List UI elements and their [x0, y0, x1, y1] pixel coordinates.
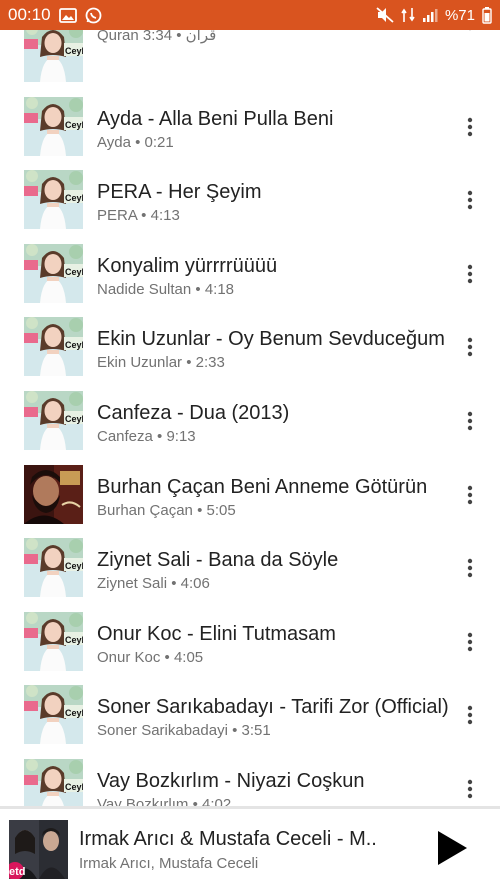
more-vert-icon	[467, 264, 473, 283]
track-title[interactable]: Canfeza - Dua (2013)	[97, 402, 457, 425]
track-row[interactable]: Ceyl Soner Sarıkabadayı - Tarifi Zor (Off…	[0, 680, 500, 754]
now-playing-art[interactable]: etd	[9, 820, 68, 879]
more-vert-icon	[467, 338, 473, 357]
track-meta: Onur Koc • 4:05	[97, 648, 204, 666]
track-menu-button[interactable]	[458, 700, 482, 730]
more-vert-icon	[467, 558, 473, 578]
status-right: %71	[376, 6, 492, 24]
track-menu-button[interactable]	[458, 627, 482, 657]
data-signal-icon	[401, 7, 415, 23]
track-art: Ceyl	[24, 611, 83, 671]
track-meta: PERA • 4:13	[97, 207, 180, 225]
track-art: Ceyl	[24, 759, 83, 807]
track-art: Ceyl	[24, 391, 83, 450]
art-caption: Ceyl	[65, 708, 83, 718]
track-title[interactable]: Ayda - Alla Beni Pulla Beni	[97, 108, 457, 131]
track-meta: Quran قرآن • 3:34	[97, 30, 217, 44]
track-row[interactable]: Ceyl Ayda - Alla Beni Pulla Beni Ayda • 0:…	[0, 92, 500, 166]
track-menu-button[interactable]	[458, 553, 482, 583]
art-caption: Ceyl	[65, 193, 83, 203]
battery-percent: %71	[444, 6, 475, 24]
track-row[interactable]: Ceyl Ziynet Sali - Bana da Söyle Ziynet Sa…	[0, 533, 500, 607]
more-vert-icon	[467, 632, 473, 651]
whatsapp-icon	[85, 7, 102, 24]
more-vert-icon	[467, 779, 473, 799]
track-row[interactable]: Ceyl Konyalim yürrrrüüüü Nadide Sultan • 4…	[0, 239, 500, 313]
status-bar: 00:10 %71	[0, 0, 500, 30]
art-caption: Ceyl	[65, 120, 83, 130]
track-row[interactable]: Burhan Çaçan Beni Anneme Götürün Burhan Ç…	[0, 460, 500, 534]
track-row[interactable]: Ceyl Onur Koc - Elini Tutmasam Onur Koc • …	[0, 607, 500, 681]
track-menu-button[interactable]	[458, 332, 482, 362]
track-meta: Nadide Sultan • 4:18	[97, 280, 235, 298]
track-menu-button[interactable]	[458, 480, 482, 510]
track-art: Ceyl	[24, 170, 83, 230]
art-caption: Ceyl	[65, 267, 83, 277]
status-left: 00:10	[8, 5, 102, 25]
now-playing-title[interactable]: Irmak Arıcı & Mustafa Ceceli - M..	[79, 828, 409, 851]
track-art: Ceyl	[24, 30, 83, 82]
track-meta: Burhan Çaçan • 5:05	[97, 501, 236, 519]
now-playing-artist: Irmak Arıcı, Mustafa Ceceli	[79, 855, 259, 872]
track-art	[24, 464, 83, 524]
track-art: Ceyl	[24, 538, 83, 598]
track-meta: Canfeza • 9:13	[97, 428, 196, 445]
track-menu-button[interactable]	[458, 112, 482, 142]
more-vert-icon	[467, 190, 473, 210]
track-menu-button[interactable]	[458, 30, 482, 36]
track-title[interactable]: PERA - Her Şeyim	[97, 181, 457, 204]
track-title[interactable]: Ekin Uzunlar - Oy Benum Sevduceğum	[97, 328, 457, 351]
track-menu-button[interactable]	[458, 259, 482, 289]
art-caption: Ceyl	[65, 782, 83, 792]
cell-signal-icon	[422, 8, 438, 23]
track-menu-button[interactable]	[458, 774, 482, 804]
more-vert-icon	[469, 30, 471, 31]
track-art: Ceyl	[24, 96, 83, 156]
art-caption: Ceyl	[65, 635, 83, 645]
track-meta: Ayda • 0:21	[97, 133, 174, 151]
track-title[interactable]: Vay Bozkırlım - Niyazi Coşkun	[97, 770, 457, 793]
play-button[interactable]	[430, 826, 474, 870]
track-list[interactable]: Ceyl Quran قرآن • 3:34 Ceyl Ayda - Alla Ben…	[0, 30, 500, 807]
track-art: Ceyl	[24, 685, 83, 745]
track-title[interactable]: Burhan Çaçan Beni Anneme Götürün	[97, 476, 457, 499]
track-menu-button[interactable]	[458, 185, 482, 215]
track-art: Ceyl	[24, 243, 83, 303]
track-row[interactable]: Ceyl Ekin Uzunlar - Oy Benum Sevduceğum Ek…	[0, 312, 500, 386]
play-icon	[438, 831, 467, 865]
art-caption: Ceyl	[65, 561, 83, 571]
more-vert-icon	[467, 411, 473, 431]
track-meta: Ekin Uzunlar • 2:33	[97, 354, 225, 372]
more-vert-icon	[467, 117, 473, 136]
track-title[interactable]: Soner Sarıkabadayı - Tarifi Zor (Officia…	[97, 696, 457, 719]
track-meta: Soner Sarikabadayi • 3:51	[97, 722, 271, 740]
track-art: Ceyl	[24, 317, 83, 377]
track-title[interactable]: Ziynet Sali - Bana da Söyle	[97, 549, 457, 572]
art-caption: Ceyl	[65, 414, 83, 424]
mute-icon	[376, 7, 394, 23]
track-row[interactable]: Ceyl PERA - Her Şeyim PERA • 4:13	[0, 165, 500, 239]
more-vert-icon	[467, 706, 473, 725]
track-row[interactable]: Ceyl Canfeza - Dua (2013) Canfeza • 9:13	[0, 386, 500, 460]
track-meta: Ziynet Sali • 4:06	[97, 575, 210, 593]
etd-logo: etd	[9, 866, 26, 878]
track-row[interactable]: Ceyl Vay Bozkırlım - Niyazi Coşkun Vay Boz…	[0, 754, 500, 807]
track-row[interactable]: Ceyl Quran قرآن • 3:34	[0, 30, 500, 92]
art-caption: Ceyl	[65, 46, 83, 56]
status-time: 00:10	[8, 5, 51, 24]
battery-icon	[482, 6, 492, 24]
track-menu-button[interactable]	[458, 406, 482, 436]
track-title[interactable]: Konyalim yürrrrüüüü	[97, 255, 457, 278]
art-caption: Ceyl	[65, 340, 83, 350]
gallery-icon	[58, 7, 77, 23]
now-playing-bar[interactable]: etd Irmak Arıcı & Mustafa Ceceli - M.. I…	[0, 809, 500, 888]
more-vert-icon	[467, 485, 473, 504]
track-title[interactable]: Onur Koc - Elini Tutmasam	[97, 623, 457, 646]
